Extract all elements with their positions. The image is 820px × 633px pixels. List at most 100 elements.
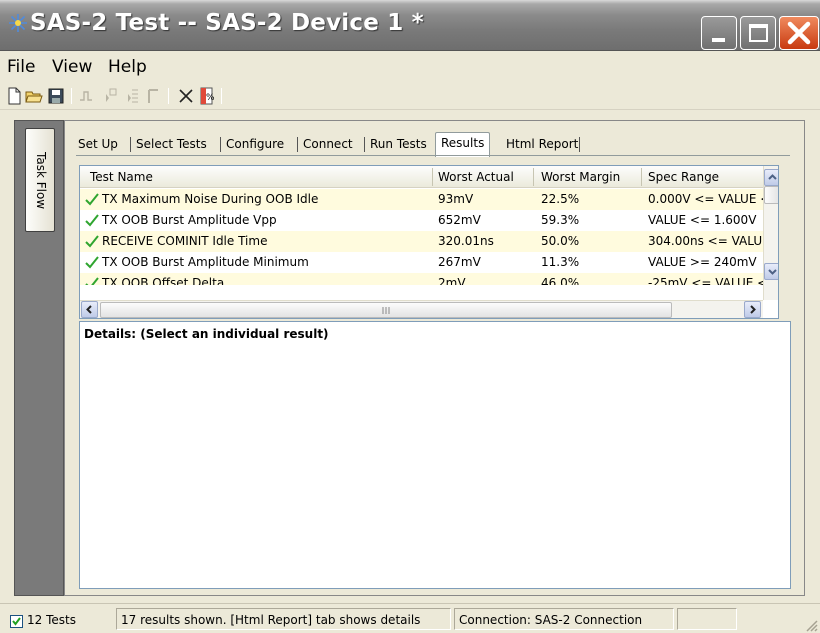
- test-name-cell: TX OOB Burst Amplitude Vpp: [102, 213, 277, 227]
- close-button[interactable]: [779, 16, 819, 50]
- tab-html-report[interactable]: Html Report: [501, 134, 583, 156]
- title-bar[interactable]: SAS-2 Test -- SAS-2 Device 1 *: [0, 0, 820, 51]
- tab-results[interactable]: Results: [435, 132, 491, 157]
- toolbar-separator: [168, 88, 169, 104]
- column-header-worst-actual[interactable]: Worst Actual: [438, 170, 514, 184]
- table-row[interactable]: TX OOB Burst Amplitude Minimum 267mV 11.…: [80, 252, 763, 273]
- scroll-left-button[interactable]: [81, 301, 98, 318]
- spec-range-cell: -25mV <= VALUE <=: [648, 276, 763, 285]
- table-row[interactable]: RECEIVE COMINIT Idle Time 320.01ns 50.0%…: [80, 231, 763, 252]
- status-extra-panel: [677, 608, 737, 630]
- new-file-icon[interactable]: [4, 86, 24, 106]
- close-icon: [787, 21, 811, 45]
- tests-count-label: 12 Tests: [27, 613, 76, 627]
- column-divider[interactable]: [432, 168, 433, 186]
- maximize-icon: [749, 24, 768, 42]
- table-row[interactable]: TX Maximum Noise During OOB Idle 93mV 22…: [80, 189, 763, 210]
- tab-configure[interactable]: Configure: [221, 134, 289, 156]
- worst-margin-cell: 59.3%: [541, 213, 580, 227]
- results-summary-panel: 17 results shown. [Html Report] tab show…: [116, 608, 451, 630]
- vertical-scrollbar[interactable]: [763, 166, 778, 300]
- toolbar-separator: [71, 88, 72, 104]
- worst-actual-cell: 93mV: [438, 192, 474, 206]
- worst-actual-cell: 652mV: [438, 213, 481, 227]
- status-bar: 12 Tests 17 results shown. [Html Report]…: [0, 603, 820, 633]
- grip-icon: [382, 307, 390, 314]
- task-flow-button[interactable]: Task Flow: [25, 128, 55, 232]
- pass-check-icon: [85, 214, 99, 227]
- tab-select-tests[interactable]: Select Tests: [131, 134, 212, 156]
- spec-range-cell: 0.000V <= VALUE <=: [648, 192, 763, 206]
- chevron-right-icon: [750, 305, 756, 314]
- table-row[interactable]: TX OOB Burst Amplitude Vpp 652mV 59.3% V…: [80, 210, 763, 231]
- scroll-down-button[interactable]: [764, 263, 778, 280]
- menu-bar: File View Help: [0, 51, 820, 80]
- spec-range-cell: VALUE >= 240mV: [648, 255, 757, 269]
- test-name-cell: TX OOB Burst Amplitude Minimum: [102, 255, 309, 269]
- column-divider[interactable]: [533, 168, 534, 186]
- app-logo-icon: [9, 14, 27, 32]
- toolbar: %: [0, 80, 820, 110]
- tests-checkbox[interactable]: [10, 615, 23, 628]
- tab-baseline: [76, 155, 790, 156]
- column-header-worst-margin[interactable]: Worst Margin: [541, 170, 620, 184]
- worst-margin-cell: 46.0%: [541, 276, 580, 285]
- stop-icon[interactable]: [144, 86, 164, 106]
- maximize-button[interactable]: [740, 16, 776, 50]
- chevron-down-icon: [768, 269, 777, 275]
- tab-run-tests[interactable]: Run Tests: [365, 134, 432, 156]
- worst-actual-cell: 2mV: [438, 276, 466, 285]
- scroll-right-button[interactable]: [744, 301, 761, 318]
- tab-set-up[interactable]: Set Up: [73, 134, 123, 156]
- delete-icon[interactable]: [176, 86, 196, 106]
- main-panel: Set Up Select Tests Configure Connect Ru…: [64, 120, 805, 596]
- menu-view[interactable]: View: [52, 57, 92, 77]
- test-name-cell: TX OOB Offset Delta: [102, 276, 225, 285]
- column-header-spec-range[interactable]: Spec Range: [648, 170, 719, 184]
- signal-icon[interactable]: [78, 86, 98, 106]
- column-divider[interactable]: [641, 168, 642, 186]
- worst-margin-cell: 22.5%: [541, 192, 580, 206]
- checkmark-icon: [12, 617, 21, 626]
- worst-margin-cell: 11.3%: [541, 255, 580, 269]
- spec-range-cell: 304.00ns <= VALUE: [648, 234, 763, 248]
- chevron-left-icon: [86, 305, 92, 314]
- table-header: Test Name Worst Actual Worst Margin Spec…: [80, 166, 778, 188]
- select-tests-icon[interactable]: [98, 86, 118, 106]
- pass-check-icon: [85, 277, 99, 285]
- tab-connect[interactable]: Connect: [298, 134, 358, 156]
- connection-panel: Connection: SAS-2 Connection: [454, 608, 674, 630]
- horizontal-scrollbar[interactable]: [80, 300, 763, 318]
- application-window: SAS-2 Test -- SAS-2 Device 1 * File View…: [0, 0, 820, 633]
- save-disk-icon[interactable]: [46, 86, 66, 106]
- results-table: Test Name Worst Actual Worst Margin Spec…: [79, 165, 779, 319]
- details-panel: Details: (Select an individual result): [79, 321, 791, 589]
- pass-check-icon: [85, 256, 99, 269]
- open-folder-icon[interactable]: [24, 86, 44, 106]
- worst-actual-cell: 320.01ns: [438, 234, 494, 248]
- percent-report-icon[interactable]: %: [197, 86, 217, 106]
- worst-margin-cell: 50.0%: [541, 234, 580, 248]
- table-row[interactable]: TX OOB Offset Delta 2mV 46.0% -25mV <= V…: [80, 273, 763, 285]
- test-name-cell: RECEIVE COMINIT Idle Time: [102, 234, 268, 248]
- menu-help[interactable]: Help: [108, 57, 147, 77]
- minimize-icon: [712, 38, 725, 42]
- scroll-up-button[interactable]: [764, 169, 778, 186]
- task-flow-panel: Task Flow: [14, 120, 64, 596]
- horizontal-scroll-thumb[interactable]: [100, 302, 672, 318]
- worst-actual-cell: 267mV: [438, 255, 481, 269]
- svg-text:%: %: [206, 93, 215, 103]
- minimize-button[interactable]: [701, 16, 737, 50]
- chevron-up-icon: [768, 174, 777, 180]
- menu-file[interactable]: File: [7, 57, 35, 77]
- resize-grip-icon[interactable]: [804, 618, 818, 632]
- pass-check-icon: [85, 235, 99, 248]
- run-tests-icon[interactable]: [120, 86, 140, 106]
- column-header-test-name[interactable]: Test Name: [90, 170, 153, 184]
- tab-separator: [579, 137, 580, 152]
- task-flow-label: Task Flow: [34, 152, 48, 210]
- test-name-cell: TX Maximum Noise During OOB Idle: [102, 192, 319, 206]
- window-title: SAS-2 Test -- SAS-2 Device 1 *: [30, 10, 424, 36]
- vertical-scroll-thumb[interactable]: [764, 186, 778, 204]
- details-title: Details: (Select an individual result): [84, 327, 329, 341]
